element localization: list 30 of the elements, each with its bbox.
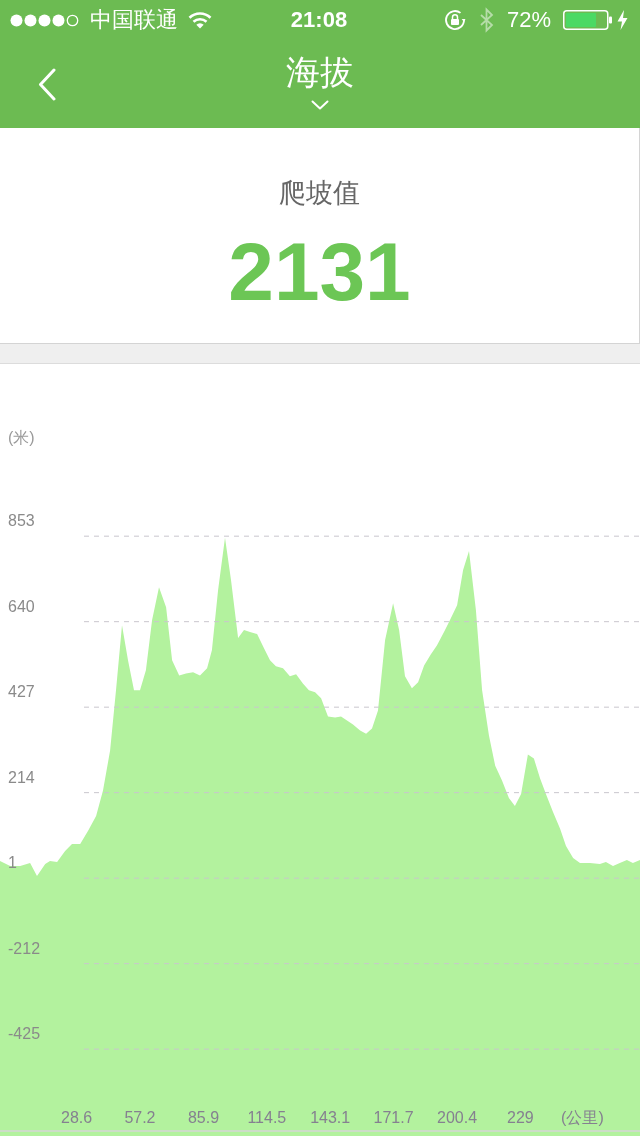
- x-axis-label: 229: [507, 1109, 534, 1126]
- bluetooth-icon: [478, 7, 495, 33]
- carrier-name: 中国联通: [90, 7, 178, 33]
- signal-icon: [10, 13, 80, 27]
- x-axis-unit: (公里): [561, 1109, 604, 1126]
- title-dropdown[interactable]: 海拔: [280, 40, 360, 114]
- battery-percent: 72%: [506, 7, 551, 33]
- x-axis-label: 171.7: [373, 1109, 414, 1126]
- summary-value: 2131: [228, 231, 411, 313]
- battery-icon: [563, 10, 613, 30]
- x-axis-label: 85.9: [187, 1109, 220, 1126]
- y-axis-label: -212: [8, 939, 41, 957]
- x-axis-label: 28.6: [61, 1109, 93, 1126]
- y-axis-label: -425: [8, 1025, 41, 1043]
- x-axis-label: 57.2: [124, 1109, 156, 1126]
- y-axis-label: 427: [8, 683, 35, 701]
- charging-icon: [617, 10, 628, 30]
- x-axis-label: 143.1: [310, 1109, 351, 1126]
- rotation-lock-icon: [442, 8, 467, 32]
- y-axis-unit: (米): [8, 429, 35, 446]
- y-axis-label: 640: [8, 597, 35, 615]
- clock-time: 21:08: [290, 7, 348, 33]
- y-axis-label: 853: [8, 512, 35, 530]
- chevron-left-icon: [38, 67, 56, 101]
- x-axis-label: 114.5: [247, 1109, 287, 1126]
- summary-label: 爬坡值: [279, 177, 360, 209]
- wifi-icon: [188, 11, 212, 29]
- chevron-down-icon: [311, 100, 329, 110]
- x-axis-label: 200.4: [437, 1109, 478, 1126]
- y-axis-label: 214: [8, 768, 35, 786]
